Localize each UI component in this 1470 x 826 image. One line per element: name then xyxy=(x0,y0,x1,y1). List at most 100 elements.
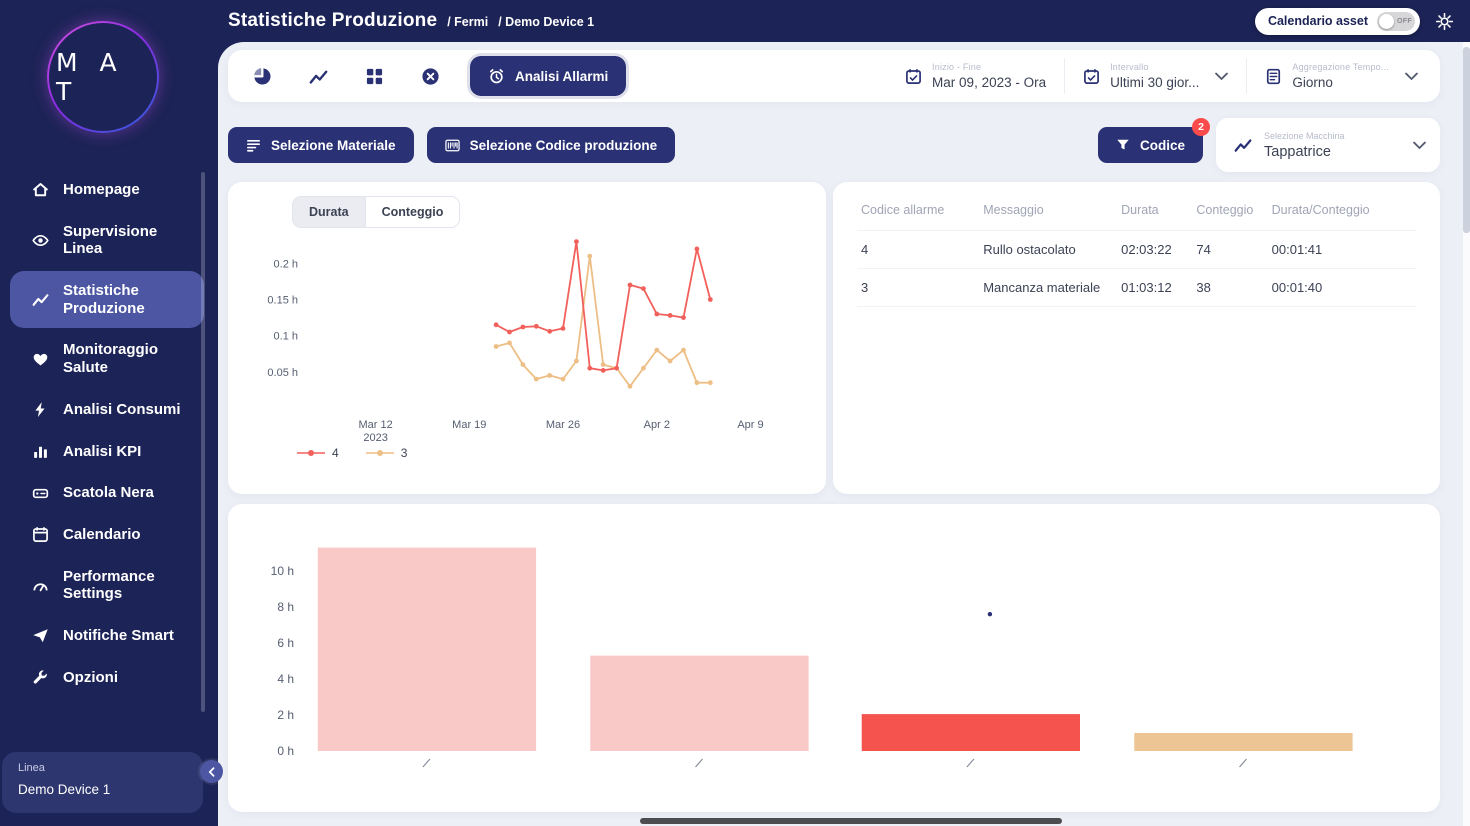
vertical-scrollbar-thumb[interactable] xyxy=(1463,47,1470,233)
selezione-codice-produzione-label: Selezione Codice produzione xyxy=(470,138,658,153)
vertical-scrollbar[interactable] xyxy=(1463,42,1470,826)
bar-chart-icon xyxy=(32,443,49,460)
date-field-text: Inizio - Fine Mar 09, 2023 - Ora xyxy=(932,62,1046,90)
alarm-table: Codice allarmeMessaggioDurataConteggioDu… xyxy=(857,190,1416,307)
filter-funnel-icon xyxy=(1116,138,1130,152)
date-field-group: Inizio - Fine Mar 09, 2023 - Ora Interva… xyxy=(887,50,1436,102)
chevron-down-icon xyxy=(1405,72,1418,81)
view-toolbar: Analisi Allarmi Inizio - Fine Mar 09, 20… xyxy=(228,50,1440,102)
sidebar-item-monitoraggio-salute[interactable]: Monitoraggio Salute xyxy=(10,330,204,387)
selezione-materiale-button[interactable]: Selezione Materiale xyxy=(228,127,414,163)
legend-item-4[interactable]: 4 xyxy=(296,446,339,460)
machine-selector-text: Selezione Macchina Tappatrice xyxy=(1264,131,1395,160)
svg-text:Apr 9: Apr 9 xyxy=(737,419,763,431)
date-field-1[interactable]: Intervallo Ultimi 30 gior... xyxy=(1064,58,1246,94)
alarm-line-chart-card: Durata Conteggio 0.05 h0.1 h0.15 h0.2 hM… xyxy=(228,182,826,494)
table-header: Codice allarme xyxy=(857,190,979,231)
alarm-table-card: Codice allarmeMessaggioDurataConteggioDu… xyxy=(833,182,1440,494)
sidebar-item-notifiche-smart[interactable]: Notifiche Smart xyxy=(10,616,204,656)
legend-item-3[interactable]: 3 xyxy=(365,446,408,460)
sidebar-item-label: Homepage xyxy=(63,181,140,199)
date-field-2[interactable]: Aggregazione Tempo... Giorno xyxy=(1246,58,1436,94)
chart-legend: 4 3 xyxy=(296,446,810,460)
sidebar: M A T Homepage Supervisione Linea Statis… xyxy=(0,0,218,826)
table-cell: 38 xyxy=(1192,269,1267,307)
chart-mode-toggle: Durata Conteggio xyxy=(292,196,460,228)
chevron-down-icon xyxy=(1413,141,1426,150)
date-field-label: Inizio - Fine xyxy=(932,62,1046,72)
date-field-label: Intervallo xyxy=(1110,62,1199,72)
materials-icon xyxy=(246,138,261,153)
sidebar-item-label: Analisi KPI xyxy=(63,443,141,461)
sidebar-scrollbar[interactable] xyxy=(201,172,205,712)
sidebar-item-homepage[interactable]: Homepage xyxy=(10,170,204,210)
table-cell: 01:03:12 xyxy=(1117,269,1192,307)
chevron-down-icon xyxy=(1215,72,1228,81)
machine-selector[interactable]: Selezione Macchina Tappatrice xyxy=(1216,118,1440,172)
sidebar-item-performance-settings[interactable]: Performance Settings xyxy=(10,557,204,614)
selezione-codice-produzione-button[interactable]: Selezione Codice produzione xyxy=(427,127,676,163)
grid-view-button[interactable] xyxy=(352,54,396,98)
svg-text:0 h: 0 h xyxy=(277,744,294,758)
device-panel[interactable]: Linea Demo Device 1 xyxy=(2,752,203,813)
sidebar-item-opzioni[interactable]: Opzioni xyxy=(10,658,204,698)
bolt-icon xyxy=(32,401,49,418)
line-chart-icon xyxy=(309,67,328,86)
eye-icon xyxy=(32,232,49,249)
top-header: Statistiche Produzione / Fermi / Demo De… xyxy=(0,0,1470,42)
analisi-allarmi-label: Analisi Allarmi xyxy=(515,69,608,84)
legend-label: 4 xyxy=(332,446,339,460)
sidebar-item-supervisione-linea[interactable]: Supervisione Linea xyxy=(10,212,204,269)
svg-text:Mar 26: Mar 26 xyxy=(546,419,580,431)
page-title: Statistiche Produzione xyxy=(228,10,437,32)
sidebar-item-label: Supervisione Linea xyxy=(63,223,187,258)
svg-text:Mar 19: Mar 19 xyxy=(452,419,486,431)
grid-icon xyxy=(365,67,384,86)
svg-text:8 h: 8 h xyxy=(277,600,294,614)
sidebar-item-analisi-kpi[interactable]: Analisi KPI xyxy=(10,432,204,472)
horizontal-scrollbar[interactable] xyxy=(640,818,1062,824)
sidebar-item-analisi-consumi[interactable]: Analisi Consumi xyxy=(10,390,204,430)
line-chart-view-button[interactable] xyxy=(296,54,340,98)
table-cell: 3 xyxy=(857,269,979,307)
date-field-0[interactable]: Inizio - Fine Mar 09, 2023 - Ora xyxy=(887,58,1064,94)
codice-filter-button[interactable]: Codice 2 xyxy=(1098,127,1203,163)
machine-chart-icon xyxy=(1234,136,1252,154)
filter-row: Selezione Materiale Selezione Codice pro… xyxy=(228,118,1440,172)
toggle-durata[interactable]: Durata xyxy=(293,197,365,227)
device-panel-label: Linea xyxy=(18,762,187,774)
sidebar-item-statistiche-produzione[interactable]: Statistiche Produzione xyxy=(10,271,204,328)
sidebar-nav: Homepage Supervisione Linea Statistiche … xyxy=(0,168,204,699)
toggle-conteggio[interactable]: Conteggio xyxy=(365,197,460,227)
analisi-allarmi-button[interactable]: Analisi Allarmi xyxy=(470,56,626,96)
svg-text:0.2 h: 0.2 h xyxy=(274,258,298,270)
mat-logo-text: M A T xyxy=(56,48,157,106)
sidebar-collapse-button[interactable] xyxy=(200,760,223,783)
svg-text:0.15 h: 0.15 h xyxy=(267,295,298,307)
table-cell: 4 xyxy=(857,231,979,269)
sidebar-item-label: Performance Settings xyxy=(63,568,187,603)
sidebar-item-scatola-nera[interactable]: Scatola Nera xyxy=(10,473,204,513)
toggle-switch[interactable]: OFF xyxy=(1377,12,1415,31)
header-actions: Calendario asset OFF xyxy=(1255,8,1454,35)
calendario-asset-toggle[interactable]: Calendario asset OFF xyxy=(1255,8,1420,35)
table-header: Conteggio xyxy=(1192,190,1267,231)
table-row[interactable]: 4Rullo ostacolato02:03:227400:01:41 xyxy=(857,231,1416,269)
date-field-text: Intervallo Ultimi 30 gior... xyxy=(1110,62,1199,90)
gear-icon[interactable] xyxy=(1435,12,1454,31)
circle-x-view-button[interactable] xyxy=(408,54,452,98)
calendar-icon xyxy=(32,526,49,543)
toggle-state-label: OFF xyxy=(1397,18,1412,25)
table-row[interactable]: 3Mancanza materiale01:03:123800:01:40 xyxy=(857,269,1416,307)
alarm-bar-chart-card: 0 h2 h4 h6 h8 h10 h xyxy=(228,504,1440,812)
sidebar-item-calendario[interactable]: Calendario xyxy=(10,515,204,555)
svg-text:2023: 2023 xyxy=(363,432,387,444)
alarm-duration-line-chart: 0.05 h0.1 h0.15 h0.2 hMar 122023Mar 19Ma… xyxy=(244,234,810,446)
sidebar-item-label: Statistiche Produzione xyxy=(63,282,187,317)
home-icon xyxy=(32,181,49,198)
date-field-value: Giorno xyxy=(1292,75,1389,90)
codice-filter-label: Codice xyxy=(1140,138,1185,153)
sidebar-item-label: Analisi Consumi xyxy=(63,401,181,419)
pie-chart-view-button[interactable] xyxy=(240,54,284,98)
machine-selector-label: Selezione Macchina xyxy=(1264,131,1395,141)
